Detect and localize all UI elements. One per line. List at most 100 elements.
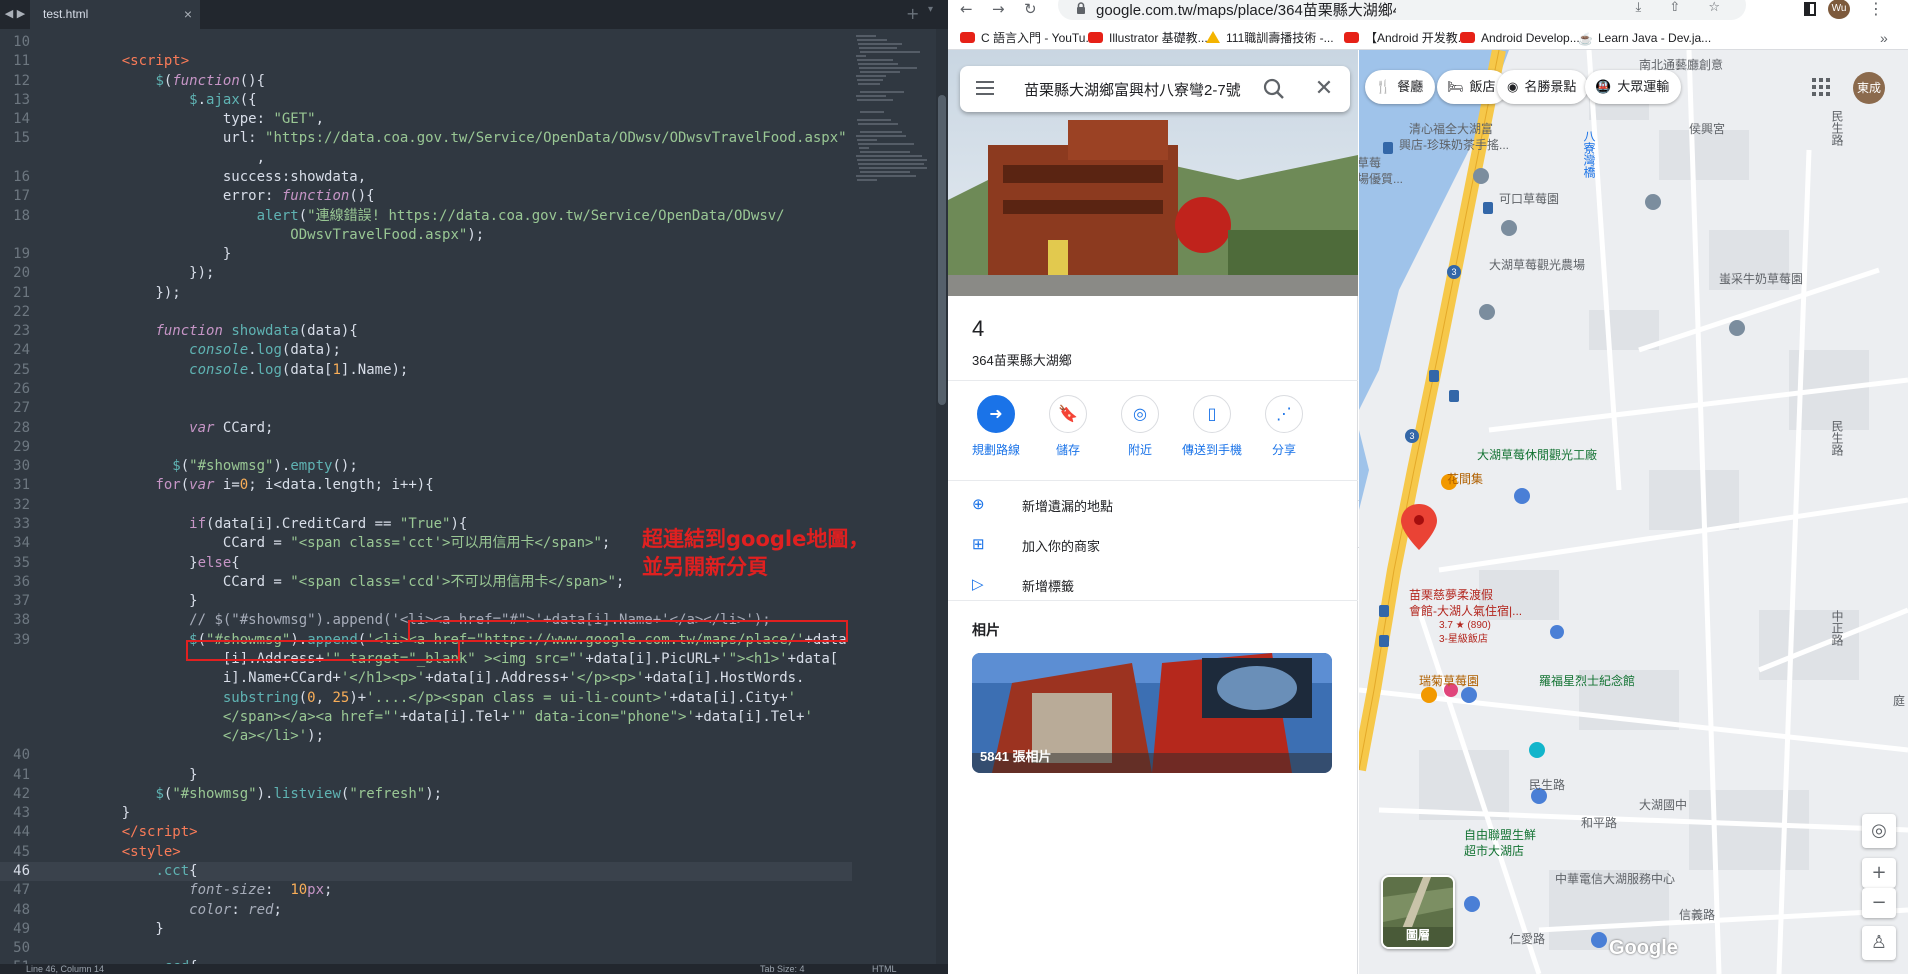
map-canvas[interactable]: 3 3 🍴 餐廳 🛏 飯店 ◉ 名勝景點 🚇 大眾運輸 東成 清心福全大湖富 興… (1359, 50, 1908, 974)
map-label[interactable]: 南北通藝廳創意 (1639, 58, 1723, 73)
tab-test-html[interactable]: test.html × (30, 0, 200, 29)
layers-button[interactable]: 圖層 (1381, 875, 1455, 949)
map-label[interactable]: 會館-大湖人氣住宿|... (1409, 604, 1522, 619)
tab-next-icon[interactable]: ▶ (14, 4, 28, 24)
code-line[interactable]: 13 $.ajax({ (0, 91, 852, 110)
code-line[interactable]: 49 } (0, 920, 852, 939)
search-icon[interactable] (1260, 75, 1288, 103)
reload-icon[interactable]: ↻ (1024, 0, 1037, 18)
code-line[interactable]: 25 console.log(data[1].Name); (0, 361, 852, 380)
code-line[interactable]: 21 }); (0, 284, 852, 303)
map-label[interactable]: 自由聯盟生鮮 (1464, 828, 1536, 843)
code-line[interactable]: 31 for(var i=0; i<data.length; i++){ (0, 476, 852, 495)
menu-icon[interactable] (976, 78, 996, 98)
lock-icon[interactable] (1076, 2, 1086, 17)
search-input[interactable]: 苗栗縣大湖鄉富興村八寮彎2-7號 (1024, 79, 1252, 100)
bookmark-item[interactable]: ☕ Learn Java - Dev.ja... (1578, 30, 1711, 46)
bookmark-item[interactable]: Illustrator 基礎教... (1088, 30, 1208, 46)
map-label[interactable]: 侯興宮 (1689, 122, 1725, 137)
action-directions[interactable]: ➜ 規劃路線 (956, 395, 1036, 458)
map-label[interactable]: 庭 (1893, 694, 1905, 709)
map-label[interactable]: 民生路 (1829, 420, 1844, 456)
street-view-pegman-icon[interactable]: ♙ (1862, 926, 1896, 960)
map-label[interactable]: 場優質... (1359, 172, 1403, 187)
map-label[interactable]: 可口草莓園 (1499, 192, 1559, 207)
code-line[interactable]: 10 (0, 33, 852, 52)
code-line[interactable]: , (0, 149, 852, 168)
map-label[interactable]: 民生路 (1829, 110, 1844, 146)
code-line[interactable]: 27 (0, 399, 852, 418)
map-label[interactable]: 羅福星烈士紀念館 (1539, 674, 1635, 689)
url-text[interactable]: google.com.tw/maps/place/364苗栗縣大湖鄉4/@24.… (1096, 0, 1396, 20)
chip-transit[interactable]: 🚇 大眾運輸 (1585, 70, 1682, 104)
code-line[interactable]: 16 success:showdata, (0, 168, 852, 187)
omnibox-actions[interactable]: ⤓ ⇧ ☆ (1635, 0, 1732, 15)
code-line[interactable]: 46 .cct{ (0, 862, 852, 882)
map-label[interactable]: 大湖草莓觀光農場 (1489, 258, 1585, 273)
code-line[interactable]: 29 (0, 438, 852, 457)
code-line[interactable]: 28 var CCard; (0, 419, 852, 438)
code-line[interactable]: 22 (0, 303, 852, 322)
code-line[interactable]: </span></a><a href="'+data[i].Tel+'" dat… (0, 708, 852, 727)
code-line[interactable]: 23 function showdata(data){ (0, 322, 852, 341)
code-line[interactable]: 19 } (0, 245, 852, 264)
code-line[interactable]: 30 $("#showmsg").empty(); (0, 457, 852, 476)
map-label[interactable]: 瑞菊草莓園 (1419, 674, 1479, 689)
map-label[interactable]: 超市大湖店 (1464, 844, 1524, 859)
map-label[interactable]: 中正路 (1829, 610, 1844, 646)
tab-close-icon[interactable]: × (184, 0, 192, 29)
map-label[interactable]: 清心福全大湖富 (1409, 122, 1493, 137)
chip-restaurant[interactable]: 🍴 餐廳 (1365, 70, 1436, 104)
photo-thumbnail[interactable]: 5841 張相片 (972, 653, 1332, 773)
forward-icon[interactable]: → (992, 0, 1005, 18)
map-label[interactable]: 八寮灣橋 (1581, 130, 1596, 178)
code-line[interactable]: 43 } (0, 804, 852, 823)
code-line[interactable]: 24 console.log(data); (0, 341, 852, 360)
map-label[interactable]: 民生路 (1529, 778, 1565, 793)
tab-menu-icon[interactable]: ▾ (928, 4, 933, 15)
action-bookmark[interactable]: 🔖 儲存 (1028, 395, 1108, 458)
code-line[interactable]: 15 url: "https://data.coa.gov.tw/Service… (0, 129, 852, 148)
profile-avatar[interactable]: Wu (1828, 0, 1850, 19)
address-bar[interactable]: google.com.tw/maps/place/364苗栗縣大湖鄉4/@24.… (1058, 0, 1746, 20)
map-label[interactable]: 3.7 ★ (890) (1439, 618, 1491, 633)
action-send-to-phone[interactable]: ▯ 傳送到手機 (1172, 395, 1252, 458)
bookmark-item[interactable]: C 語言入門 - YouTu... (960, 30, 1095, 46)
code-line[interactable]: 40 (0, 746, 852, 765)
action-nearby[interactable]: ◎ 附近 (1100, 395, 1180, 458)
code-line[interactable]: 11 <script> (0, 52, 852, 71)
code-line[interactable]: 26 (0, 380, 852, 399)
code-line[interactable]: substring(0, 25)+'....</p><span class = … (0, 689, 852, 708)
tab-size[interactable]: Tab Size: 4 (760, 964, 805, 974)
back-icon[interactable]: ← (960, 0, 973, 18)
bookmark-item[interactable]: 111職訓壽播技術 -... (1206, 30, 1334, 46)
code-line[interactable]: 41 } (0, 766, 852, 785)
map-label[interactable]: 苗栗慈夢柔渡假 (1409, 588, 1493, 603)
code-line[interactable]: 14 type: "GET", (0, 110, 852, 129)
code-line[interactable]: 32 (0, 496, 852, 515)
bookmarks-overflow-icon[interactable]: » (1880, 30, 1888, 46)
cursor-position[interactable]: Line 46, Column 14 (26, 964, 104, 974)
map-label[interactable]: 花間集 (1447, 472, 1483, 487)
search-box[interactable]: 苗栗縣大湖鄉富興村八寮彎2-7號 ✕ (960, 66, 1350, 112)
code-line[interactable]: 17 error: function(){ (0, 187, 852, 206)
map-label[interactable]: 大湖國中 (1639, 798, 1687, 813)
map-label[interactable]: 草莓 (1359, 156, 1381, 171)
close-icon[interactable]: ✕ (1310, 75, 1338, 103)
map-label[interactable]: 信義路 (1679, 908, 1715, 923)
map-label[interactable]: 興店-珍珠奶茶手搖... (1399, 138, 1509, 153)
code-line[interactable]: 37 } (0, 592, 852, 611)
code-line[interactable]: </a></li>'); (0, 727, 852, 746)
scrollbar-thumb[interactable] (938, 95, 946, 405)
code-line[interactable]: 45 <style> (0, 843, 852, 862)
syntax-mode[interactable]: HTML (872, 964, 897, 974)
map-label[interactable]: 仁愛路 (1509, 932, 1545, 947)
code-line[interactable]: 42 $("#showmsg").listview("refresh"); (0, 785, 852, 804)
map-label[interactable]: 3-星級飯店 (1439, 632, 1488, 647)
map-label[interactable]: 大湖草莓休閒觀光工廠 (1477, 448, 1597, 463)
zoom-in-button[interactable]: + (1862, 858, 1896, 888)
code-line[interactable]: 47 font-size: 10px; (0, 881, 852, 900)
zoom-out-button[interactable]: − (1862, 888, 1896, 918)
map-label[interactable]: 蚩采牛奶草莓園 (1719, 272, 1803, 287)
code-line[interactable]: 48 color: red; (0, 901, 852, 920)
